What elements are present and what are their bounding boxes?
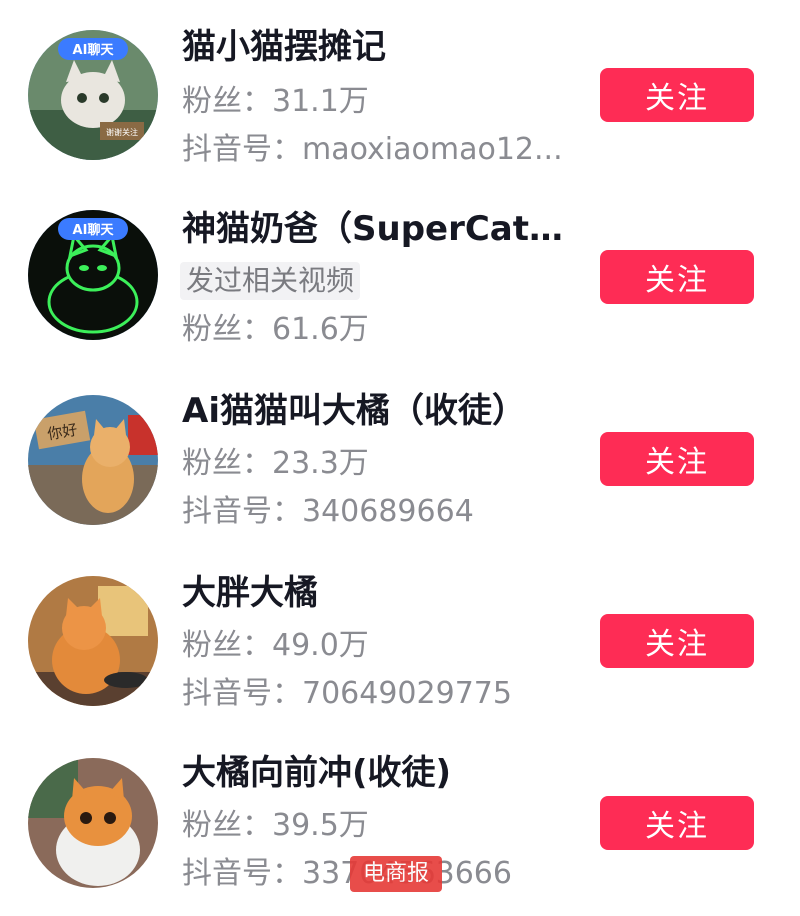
watermark-logo: 电商报 [350,856,442,892]
orange-cat-market-avatar-image: 你好 [28,395,158,525]
fans-count: 粉丝：31.1万 [182,84,369,119]
follow-button[interactable]: 关注 [600,250,754,304]
douyin-id: 抖音号：33704563666 [182,856,512,891]
ai-chat-badge: AI聊天 [73,42,115,58]
user-name: Ai猫猫叫大橘（收徒） [182,391,526,431]
user-name: 大橘向前冲(收徒) [182,753,452,793]
fat-orange-cat-avatar-image [28,758,158,888]
fans-count: 粉丝：61.6万 [182,312,369,347]
ai-chat-badge: AI聊天 [73,222,115,238]
avatar[interactable]: 谢谢关注 AI聊天 [28,30,158,160]
douyin-id: 抖音号：340689664 [182,494,474,529]
avatar[interactable]: AI聊天 [28,210,158,340]
follow-button[interactable]: 关注 [600,796,754,850]
fans-count: 粉丝：49.0万 [182,628,369,663]
black-cat-avatar-image: AI聊天 [28,210,158,340]
follow-button[interactable]: 关注 [600,68,754,122]
follow-button[interactable]: 关注 [600,614,754,668]
cat-vendor-avatar-image: 谢谢关注 AI聊天 [28,30,158,160]
douyin-id: 抖音号：maoxiaomao12... [182,132,563,167]
related-video-tag: 发过相关视频 [180,262,361,300]
follow-button[interactable]: 关注 [600,432,754,486]
avatar[interactable] [28,758,158,888]
user-name: 大胖大橘 [182,573,318,613]
avatar[interactable]: 你好 [28,395,158,525]
chubby-orange-cat-cooking-avatar-image [28,576,158,706]
avatar-sign-text: 谢谢关注 [106,127,138,137]
fans-count: 粉丝：23.3万 [182,446,369,481]
douyin-id: 抖音号：70649029775 [182,676,512,711]
fans-count: 粉丝：39.5万 [182,808,369,843]
avatar[interactable] [28,576,158,706]
user-name: 神猫奶爸（SuperCatP... [182,209,577,249]
user-search-results: 谢谢关注 AI聊天 猫小猫摆摊记 粉丝：31.1万 抖音号：maoxiaomao… [0,0,800,916]
user-name: 猫小猫摆摊记 [182,27,386,67]
